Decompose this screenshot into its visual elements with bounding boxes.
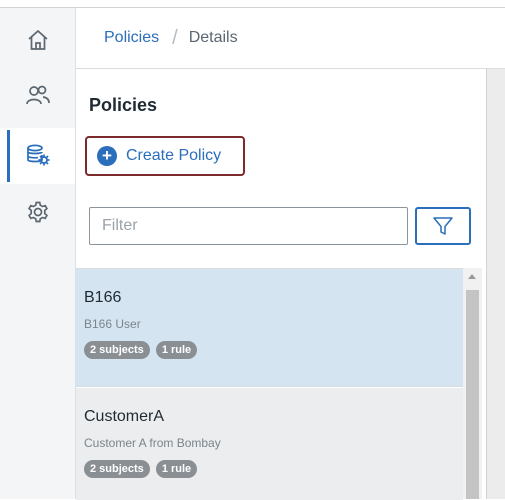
nav-users[interactable] (0, 68, 75, 124)
create-policy-label: Create Policy (126, 147, 222, 164)
policy-list: B166 B166 User 2 subjects 1 rule Custome… (76, 268, 463, 500)
settings-icon (27, 201, 48, 223)
details-pane-edge (486, 69, 505, 499)
subjects-badge: 2 subjects (84, 341, 150, 359)
rules-badge: 1 rule (155, 460, 198, 478)
policy-list-item[interactable]: B166 B166 User 2 subjects 1 rule (76, 269, 463, 387)
subjects-badge: 2 subjects (84, 460, 150, 478)
policies-panel: Policies + Create Policy B166 B166 User … (76, 69, 486, 500)
policy-tags: 2 subjects 1 rule (84, 341, 203, 359)
rules-badge: 1 rule (155, 341, 198, 359)
breadcrumb-current: Details (188, 29, 238, 46)
policies-icon (26, 144, 49, 166)
top-border (0, 0, 505, 8)
nav-settings[interactable] (0, 184, 75, 240)
scroll-up-arrow-icon[interactable] (468, 274, 476, 279)
policy-name: CustomerA (84, 408, 165, 425)
policy-description: B166 User (84, 317, 141, 331)
filter-input[interactable] (89, 207, 408, 245)
scroll-thumb[interactable] (466, 290, 479, 499)
policy-tags: 2 subjects 1 rule (84, 460, 203, 478)
list-scrollbar[interactable] (463, 268, 482, 499)
panel-title: Policies (89, 95, 158, 115)
header: Policies / Details (76, 8, 505, 69)
nav-home[interactable] (0, 12, 75, 68)
users-icon (25, 85, 50, 105)
plus-icon: + (97, 146, 117, 166)
breadcrumb-policies-link[interactable]: Policies (104, 29, 159, 47)
policy-list-item[interactable]: CustomerA Customer A from Bombay 2 subje… (76, 388, 463, 500)
nav-rail (0, 8, 76, 499)
breadcrumb: Policies / Details (104, 27, 238, 49)
home-icon (27, 29, 48, 50)
filter-button[interactable] (415, 207, 471, 245)
policy-name: B166 (84, 289, 122, 306)
nav-policies[interactable] (0, 128, 75, 184)
policy-description: Customer A from Bombay (84, 436, 221, 450)
funnel-icon (433, 217, 453, 235)
breadcrumb-separator: / (172, 27, 178, 49)
create-policy-button[interactable]: + Create Policy (85, 136, 245, 176)
